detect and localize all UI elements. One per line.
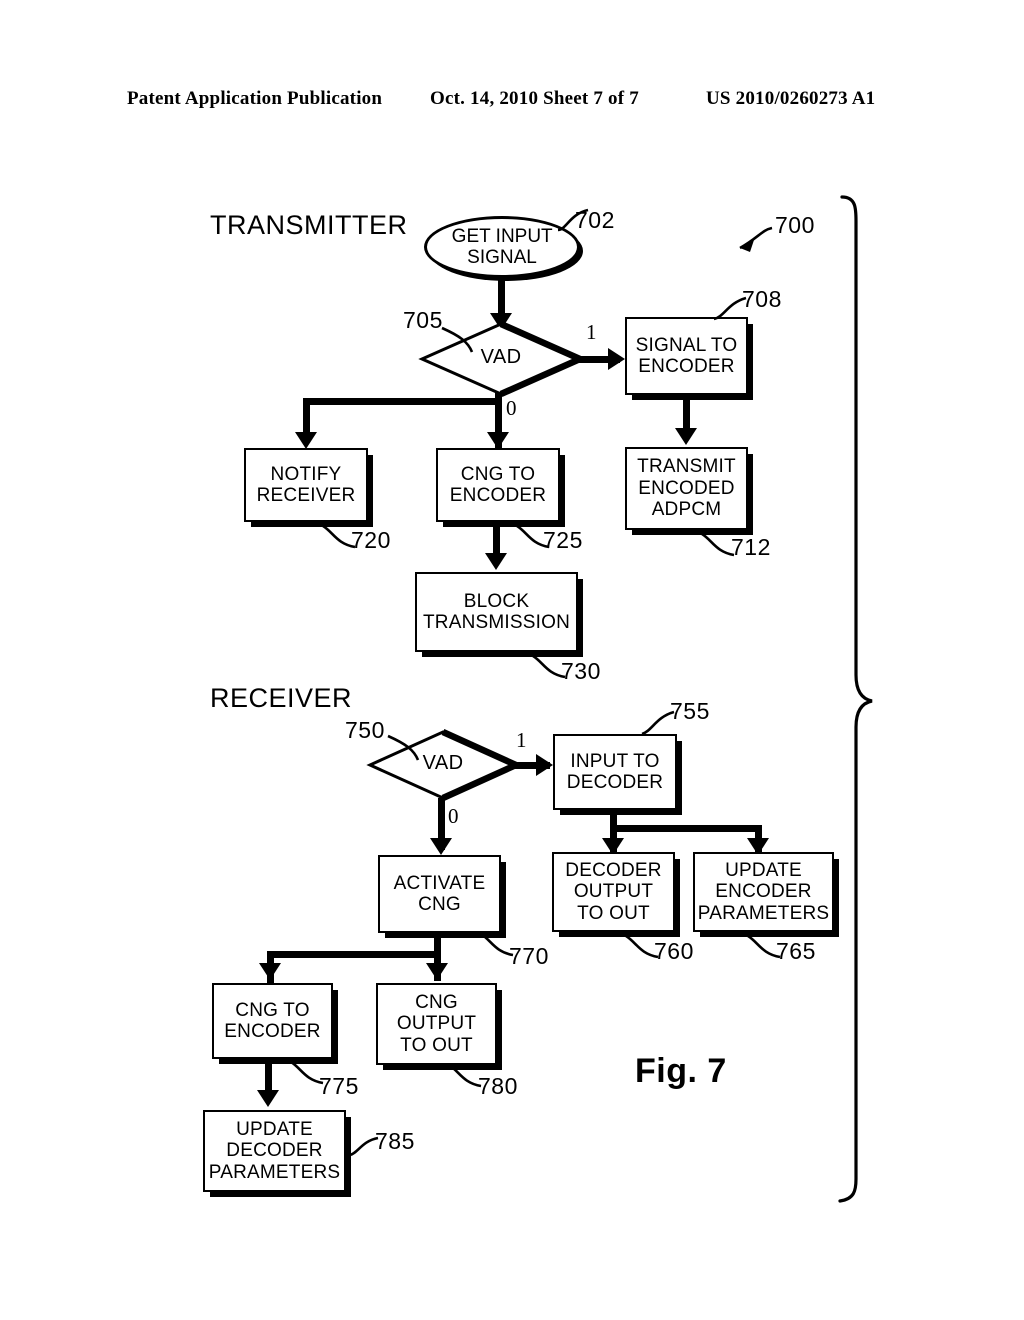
node-text-line: UPDATE <box>725 859 802 881</box>
ref-numeral-770: 770 <box>509 943 549 969</box>
node-text-line: ENCODER <box>638 356 735 377</box>
connector-705-false-horizontal <box>303 398 499 405</box>
node-text-line: PARAMETERS <box>697 902 830 924</box>
ref-numeral-708: 708 <box>742 286 782 312</box>
ref-numeral-725: 725 <box>543 527 583 553</box>
node-text-line: SIGNAL <box>467 247 537 268</box>
ref-numeral-712: 712 <box>731 534 771 560</box>
leader-arrow-700 <box>718 222 776 262</box>
node-text-line: PARAMETERS <box>208 1161 341 1183</box>
ref-numeral-720: 720 <box>351 527 391 553</box>
node-text-line: ENCODER <box>224 1021 321 1042</box>
flow-node-update-encoder-parameters: UPDATE ENCODER PARAMETERS <box>693 852 834 932</box>
node-text-line: RECEIVER <box>256 485 356 506</box>
header-publication-type: Patent Application Publication <box>127 88 383 109</box>
node-text-line: OUTPUT <box>396 1013 477 1035</box>
ref-numeral-765: 765 <box>776 938 816 964</box>
arrowhead-down <box>257 1090 279 1107</box>
node-text-line: TO OUT <box>577 902 650 924</box>
node-text-line: TRANSMIT <box>637 456 736 478</box>
flow-node-activate-cng: ACTIVATE CNG <box>378 855 501 933</box>
flow-node-notify-receiver: NOTIFY RECEIVER <box>244 448 368 522</box>
figure-grouping-brace <box>820 195 880 1205</box>
node-text-line: DECODER <box>226 1140 323 1162</box>
node-text-line: DECODER <box>566 772 664 793</box>
flow-node-cng-to-encoder-receiver: CNG TO ENCODER <box>212 983 333 1059</box>
patent-figure-page: Patent Application Publication Oct. 14, … <box>0 0 1024 1320</box>
flow-node-cng-output-to-out: CNG OUTPUT TO OUT <box>376 983 497 1065</box>
leader-line-705 <box>438 322 478 354</box>
node-text-line: OUTPUT <box>573 881 654 903</box>
node-text-line: ADPCM <box>651 499 722 521</box>
ref-numeral-702: 702 <box>575 207 615 233</box>
ref-numeral-785: 785 <box>375 1128 415 1154</box>
ref-numeral-760: 760 <box>654 938 694 964</box>
ref-numeral-700: 700 <box>775 212 815 238</box>
leader-line-750 <box>384 730 424 762</box>
figure-caption: Fig. 7 <box>635 1052 727 1090</box>
header-publication-number: US 2010/0260273 A1 <box>706 88 876 109</box>
branch-label-false-receiver: 0 <box>448 804 459 828</box>
section-label-transmitter: TRANSMITTER <box>210 210 408 240</box>
arrowhead-down <box>259 963 281 980</box>
node-text-line: GET INPUT <box>451 225 553 247</box>
ref-numeral-775: 775 <box>319 1073 359 1099</box>
node-text-line: TO OUT <box>400 1034 473 1056</box>
node-text-line: UPDATE <box>236 1118 313 1140</box>
arrowhead-down <box>426 963 448 980</box>
node-text-line: ENCODED <box>638 477 735 499</box>
ref-numeral-780: 780 <box>478 1073 518 1099</box>
ref-numeral-755: 755 <box>670 698 710 724</box>
node-text-line: BLOCK <box>463 590 530 612</box>
flow-node-cng-to-encoder-transmitter: CNG TO ENCODER <box>436 448 560 522</box>
section-label-receiver: RECEIVER <box>210 683 353 713</box>
arrowhead-down <box>487 432 509 449</box>
node-text-line: ENCODER <box>449 485 547 506</box>
arrowhead-down <box>675 428 697 445</box>
arrowhead-down <box>430 838 452 855</box>
node-text-line: ACTIVATE <box>393 872 486 894</box>
node-text-line: CNG TO <box>460 463 536 485</box>
arrowhead-down <box>485 553 507 570</box>
flow-node-decoder-output-to-out: DECODER OUTPUT TO OUT <box>552 852 675 932</box>
branch-label-true-receiver: 1 <box>516 728 527 752</box>
ref-numeral-730: 730 <box>561 658 601 684</box>
branch-label-true-transmitter: 1 <box>586 320 597 344</box>
arrowhead-down <box>295 432 317 449</box>
node-text-line: DECODER <box>565 859 662 881</box>
node-text-line: TRANSMISSION <box>422 612 571 633</box>
node-text-line: SIGNAL TO <box>635 334 738 356</box>
node-text-line: INPUT TO <box>570 750 660 772</box>
node-text-line: CNG <box>415 991 458 1013</box>
ref-numeral-750: 750 <box>345 717 385 743</box>
connector-755-split-horizontal <box>610 825 762 832</box>
branch-label-false-transmitter: 0 <box>506 396 517 420</box>
header-date-sheet: Oct. 14, 2010 Sheet 7 of 7 <box>430 88 639 109</box>
flow-node-block-transmission: BLOCK TRANSMISSION <box>415 572 578 652</box>
connector-770-split-horizontal <box>267 951 441 958</box>
node-text-line: NOTIFY <box>270 463 342 485</box>
flow-node-input-to-decoder: INPUT TO DECODER <box>553 734 677 810</box>
flow-node-transmit-encoded-adpcm: TRANSMIT ENCODED ADPCM <box>625 447 748 530</box>
flow-node-signal-to-encoder: SIGNAL TO ENCODER <box>625 317 748 395</box>
arrowhead-right <box>536 754 553 776</box>
arrowhead-right <box>608 348 625 370</box>
node-text-line: ENCODER <box>715 881 812 903</box>
flow-node-update-decoder-parameters: UPDATE DECODER PARAMETERS <box>203 1110 346 1192</box>
node-text-line: CNG TO <box>235 999 310 1021</box>
ref-numeral-705: 705 <box>403 307 443 333</box>
node-text-line: CNG <box>418 894 461 915</box>
